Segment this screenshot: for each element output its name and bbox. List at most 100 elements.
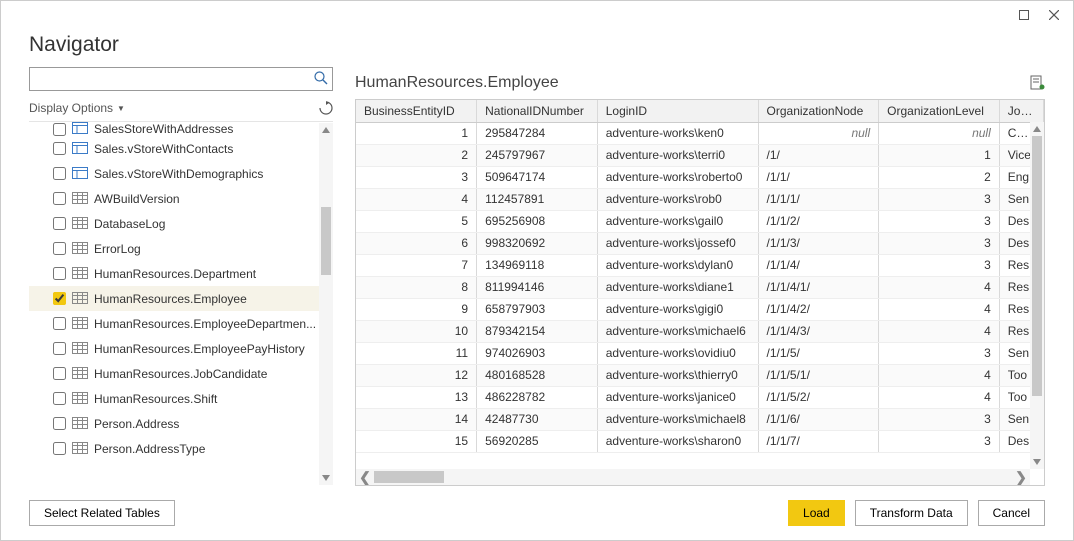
tree-item[interactable]: Sales.vStoreWithContacts xyxy=(29,136,333,161)
right-pane: HumanResources.Employee BusinessEntityID… xyxy=(355,67,1045,486)
search-icon[interactable] xyxy=(314,71,328,85)
table-icon xyxy=(72,242,88,256)
tree-item-checkbox[interactable] xyxy=(53,267,66,280)
column-header[interactable]: BusinessEntityID xyxy=(356,100,477,122)
column-header[interactable]: JobTitle xyxy=(999,100,1043,122)
table-row[interactable]: 11974026903adventure-works\ovidiu0/1/1/5… xyxy=(356,342,1044,364)
tree-item-checkbox[interactable] xyxy=(53,367,66,380)
table-row[interactable]: 3509647174adventure-works\roberto0/1/1/2… xyxy=(356,166,1044,188)
scroll-down-icon[interactable] xyxy=(1030,455,1044,469)
scroll-down-icon[interactable] xyxy=(319,471,333,485)
tree-item-label: Person.AddressType xyxy=(94,442,333,456)
left-pane: Display Options ▼ SalesStoreWithAddresse… xyxy=(29,67,333,486)
refresh-button[interactable] xyxy=(319,101,333,115)
table-cell: adventure-works\michael8 xyxy=(597,408,758,430)
table-row[interactable]: 10879342154adventure-works\michael6/1/1/… xyxy=(356,320,1044,342)
table-row[interactable]: 1556920285adventure-works\sharon0/1/1/7/… xyxy=(356,430,1044,452)
tree-item-label: Sales.vStoreWithDemographics xyxy=(94,167,333,181)
tree-item-checkbox[interactable] xyxy=(53,392,66,405)
tree-item-checkbox[interactable] xyxy=(53,342,66,355)
column-header[interactable]: LoginID xyxy=(597,100,758,122)
tree-item-label: SalesStoreWithAddresses xyxy=(94,122,333,136)
titlebar xyxy=(1,1,1073,29)
tree-item[interactable]: SalesStoreWithAddresses xyxy=(29,122,333,136)
table-row[interactable]: 6998320692adventure-works\jossef0/1/1/3/… xyxy=(356,232,1044,254)
scrollbar-thumb[interactable] xyxy=(1032,136,1042,396)
tree-item-checkbox[interactable] xyxy=(53,317,66,330)
maximize-button[interactable] xyxy=(1009,3,1039,27)
search-input[interactable] xyxy=(29,67,333,91)
tree-item[interactable]: Person.Address xyxy=(29,411,333,436)
table-cell: 6 xyxy=(356,232,477,254)
table-cell: adventure-works\gail0 xyxy=(597,210,758,232)
load-button[interactable]: Load xyxy=(788,500,845,526)
table-vertical-scrollbar[interactable] xyxy=(1030,122,1044,469)
tree-item-checkbox[interactable] xyxy=(53,142,66,155)
display-options-dropdown[interactable]: Display Options ▼ xyxy=(29,101,125,115)
table-cell: adventure-works\jossef0 xyxy=(597,232,758,254)
table-row[interactable]: 7134969118adventure-works\dylan0/1/1/4/3… xyxy=(356,254,1044,276)
column-header[interactable]: OrganizationLevel xyxy=(879,100,1000,122)
cancel-button[interactable]: Cancel xyxy=(978,500,1045,526)
tree-item[interactable]: ErrorLog xyxy=(29,236,333,261)
table-cell: 12 xyxy=(356,364,477,386)
table-row[interactable]: 13486228782adventure-works\janice0/1/1/5… xyxy=(356,386,1044,408)
tree-item-checkbox[interactable] xyxy=(53,242,66,255)
column-header[interactable]: NationalIDNumber xyxy=(477,100,598,122)
table-icon xyxy=(72,217,88,231)
tree-item[interactable]: Sales.vStoreWithDemographics xyxy=(29,161,333,186)
table-cell: 879342154 xyxy=(477,320,598,342)
transform-data-button[interactable]: Transform Data xyxy=(855,500,968,526)
tree-item[interactable]: HumanResources.Department xyxy=(29,261,333,286)
table-horizontal-scrollbar[interactable]: ❮ ❯ xyxy=(356,469,1030,485)
table-cell: 42487730 xyxy=(477,408,598,430)
preview-title: HumanResources.Employee xyxy=(355,74,559,92)
table-icon xyxy=(72,267,88,281)
tree-item[interactable]: HumanResources.EmployeeDepartmen... xyxy=(29,311,333,336)
table-row[interactable]: 5695256908adventure-works\gail0/1/1/2/3D… xyxy=(356,210,1044,232)
tree-item[interactable]: HumanResources.EmployeePayHistory xyxy=(29,336,333,361)
table-cell: adventure-works\terri0 xyxy=(597,144,758,166)
table-cell: adventure-works\roberto0 xyxy=(597,166,758,188)
scrollbar-thumb[interactable] xyxy=(374,471,444,483)
scroll-up-icon[interactable] xyxy=(1030,122,1044,136)
scroll-right-icon[interactable]: ❯ xyxy=(1012,469,1030,486)
table-row[interactable]: 4112457891adventure-works\rob0/1/1/1/3Se… xyxy=(356,188,1044,210)
scroll-up-icon[interactable] xyxy=(319,123,333,137)
tree-item-checkbox[interactable] xyxy=(53,442,66,455)
tree-item[interactable]: HumanResources.Employee xyxy=(29,286,333,311)
tree-item[interactable]: Person.AddressType xyxy=(29,436,333,461)
tree-item-checkbox[interactable] xyxy=(53,292,66,305)
table-row[interactable]: 1295847284adventure-works\ken0nullnullCh… xyxy=(356,122,1044,144)
table-cell: 974026903 xyxy=(477,342,598,364)
tree-item[interactable]: HumanResources.JobCandidate xyxy=(29,361,333,386)
tree-item[interactable]: HumanResources.Shift xyxy=(29,386,333,411)
tree-item[interactable]: AWBuildVersion xyxy=(29,186,333,211)
tree-item-label: DatabaseLog xyxy=(94,217,333,231)
scroll-left-icon[interactable]: ❮ xyxy=(356,469,374,486)
table-cell: 7 xyxy=(356,254,477,276)
scrollbar-thumb[interactable] xyxy=(321,207,331,275)
tree-item-checkbox[interactable] xyxy=(53,123,66,136)
table-cell: 112457891 xyxy=(477,188,598,210)
select-related-tables-button[interactable]: Select Related Tables xyxy=(29,500,175,526)
column-header[interactable]: OrganizationNode xyxy=(758,100,879,122)
tree-item-checkbox[interactable] xyxy=(53,192,66,205)
table-row[interactable]: 9658797903adventure-works\gigi0/1/1/4/2/… xyxy=(356,298,1044,320)
tree-item-checkbox[interactable] xyxy=(53,217,66,230)
table-cell: 2 xyxy=(356,144,477,166)
table-row[interactable]: 8811994146adventure-works\diane1/1/1/4/1… xyxy=(356,276,1044,298)
preview-options-icon[interactable] xyxy=(1029,75,1045,91)
tree-item[interactable]: DatabaseLog xyxy=(29,211,333,236)
table-row[interactable]: 1442487730adventure-works\michael8/1/1/6… xyxy=(356,408,1044,430)
object-tree[interactable]: SalesStoreWithAddressesSales.vStoreWithC… xyxy=(29,122,333,486)
tree-item-checkbox[interactable] xyxy=(53,167,66,180)
close-button[interactable] xyxy=(1039,3,1069,27)
navigator-dialog: Navigator Display Options ▼ SalesSt xyxy=(0,0,1074,541)
tree-scrollbar[interactable] xyxy=(319,123,333,485)
table-row[interactable]: 12480168528adventure-works\thierry0/1/1/… xyxy=(356,364,1044,386)
tree-item-checkbox[interactable] xyxy=(53,417,66,430)
table-cell: 5 xyxy=(356,210,477,232)
table-row[interactable]: 2245797967adventure-works\terri0/1/1Vice xyxy=(356,144,1044,166)
table-cell: 14 xyxy=(356,408,477,430)
